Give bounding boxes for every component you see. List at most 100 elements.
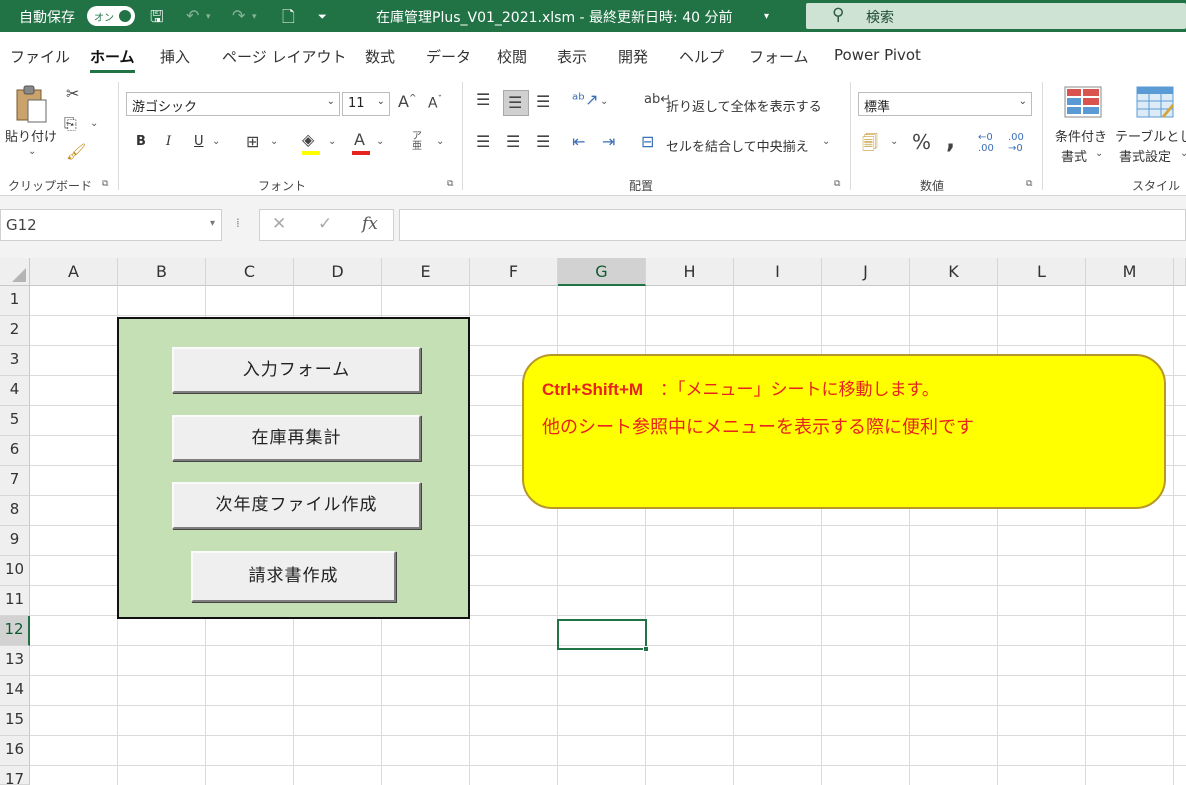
row-header[interactable]: 17 (0, 766, 30, 785)
borders-dropdown-icon[interactable]: ⌄ (270, 136, 278, 147)
orientation-icon[interactable]: ᵃᵇ↗ (572, 90, 599, 109)
conditional-format-label-2[interactable]: 書式 (1061, 146, 1087, 165)
fill-handle[interactable] (643, 646, 649, 652)
column-header[interactable]: M (1086, 258, 1174, 286)
decrease-font-icon[interactable]: Aˇ (428, 95, 442, 112)
tab-page-layout[interactable]: ページ レイアウト (222, 46, 346, 67)
font-launcher-icon[interactable]: ⧉ (447, 179, 453, 189)
phonetic-icon[interactable]: ア亜 (412, 132, 422, 152)
currency-icon[interactable]: 🗐 (862, 132, 878, 159)
save-icon[interactable]: 🖫 (150, 6, 164, 33)
tab-power-pivot[interactable]: Power Pivot (834, 46, 921, 64)
column-header[interactable]: D (294, 258, 382, 286)
title-dropdown-icon[interactable]: ▾ (764, 11, 769, 22)
alignment-launcher-icon[interactable]: ⧉ (834, 179, 840, 189)
clipboard-launcher-icon[interactable]: ⧉ (102, 179, 108, 189)
customize-toolbar-icon[interactable]: ⏷ (318, 10, 327, 24)
row-header[interactable]: 2 (0, 316, 30, 346)
row-header[interactable]: 9 (0, 526, 30, 556)
paste-icon[interactable] (14, 84, 54, 124)
align-middle-icon[interactable]: ☰ (503, 90, 529, 116)
format-as-table-label-1[interactable]: テーブルとして (1115, 126, 1186, 145)
tab-view[interactable]: 表示 (557, 46, 587, 67)
cancel-icon[interactable]: ✕ (272, 214, 286, 234)
row-header-selected[interactable]: 12 (0, 616, 30, 646)
document-title[interactable]: 在庫管理Plus_V01_2021.xlsm - 最終更新日時: 40 分前 (376, 7, 732, 27)
format-painter-icon[interactable]: 🖌 (66, 142, 86, 161)
invoice-button[interactable]: 請求書作成 (191, 551, 396, 602)
merge-center-button[interactable]: セルを結合して中央揃え (666, 136, 809, 155)
row-header[interactable]: 11 (0, 586, 30, 616)
tab-data[interactable]: データ (426, 46, 471, 67)
tab-file[interactable]: ファイル (10, 46, 70, 67)
tab-help[interactable]: ヘルプ (679, 46, 724, 67)
align-bottom-icon[interactable]: ☰ (536, 92, 550, 111)
align-center-icon[interactable]: ☰ (506, 132, 520, 151)
copy-dropdown-icon[interactable]: ⌄ (90, 118, 98, 129)
column-header[interactable]: L (998, 258, 1086, 286)
inventory-recount-button[interactable]: 在庫再集計 (172, 415, 421, 461)
align-left-icon[interactable]: ☰ (476, 132, 490, 151)
italic-button[interactable]: I (166, 134, 171, 149)
format-as-table-dropdown-icon[interactable]: ⌄ (1180, 148, 1186, 159)
tab-form[interactable]: フォーム (749, 46, 809, 67)
bold-button[interactable]: B (136, 134, 146, 149)
column-header[interactable]: F (470, 258, 558, 286)
currency-dropdown-icon[interactable]: ⌄ (890, 136, 898, 147)
tab-insert[interactable]: 挿入 (160, 46, 190, 67)
redo-dropdown-icon[interactable]: ▾ (252, 12, 257, 22)
fill-color-icon[interactable]: ◈ (302, 130, 314, 149)
underline-dropdown-icon[interactable]: ⌄ (212, 136, 220, 147)
percent-button[interactable]: % (912, 130, 931, 154)
row-header[interactable]: 1 (0, 286, 30, 316)
name-box[interactable]: G12 ▾ (0, 209, 222, 241)
column-header[interactable]: B (118, 258, 206, 286)
column-header-partial[interactable] (1174, 258, 1186, 286)
row-header[interactable]: 8 (0, 496, 30, 526)
tab-home[interactable]: ホーム (90, 46, 135, 73)
decrease-decimal-icon[interactable]: .00 →0 (1008, 132, 1024, 154)
format-as-table-label-2[interactable]: 書式設定 (1119, 146, 1171, 165)
decrease-indent-icon[interactable]: ⇤ (572, 132, 585, 151)
merge-dropdown-icon[interactable]: ⌄ (822, 136, 830, 147)
align-top-icon[interactable]: ☰ (476, 90, 490, 109)
row-header[interactable]: 6 (0, 436, 30, 466)
paste-label[interactable]: 貼り付け (5, 126, 57, 145)
conditional-format-dropdown-icon[interactable]: ⌄ (1095, 148, 1103, 159)
column-header[interactable]: K (910, 258, 998, 286)
search-box[interactable]: ⚲ 検索 (806, 3, 1186, 29)
increase-decimal-icon[interactable]: ←0.00 (978, 132, 994, 154)
font-name-combo[interactable]: 游ゴシック ⌄ (126, 92, 340, 116)
tab-review[interactable]: 校閲 (497, 46, 527, 67)
column-header[interactable]: J (822, 258, 910, 286)
select-all-button[interactable] (0, 258, 30, 286)
row-header[interactable]: 15 (0, 706, 30, 736)
row-header[interactable]: 7 (0, 466, 30, 496)
column-header[interactable]: H (646, 258, 734, 286)
row-header[interactable]: 16 (0, 736, 30, 766)
wrap-text-button[interactable]: 折り返して全体を表示する (666, 96, 822, 115)
font-color-dropdown-icon[interactable]: ⌄ (376, 136, 384, 147)
tab-developer[interactable]: 開発 (618, 46, 648, 67)
autosave-toggle[interactable]: オン (87, 6, 135, 26)
font-size-combo[interactable]: 11 ⌄ (342, 92, 390, 116)
input-form-button[interactable]: 入力フォーム (172, 347, 421, 393)
increase-indent-icon[interactable]: ⇥ (602, 132, 615, 151)
align-right-icon[interactable]: ☰ (536, 132, 550, 151)
column-header[interactable]: A (30, 258, 118, 286)
row-header[interactable]: 10 (0, 556, 30, 586)
font-color-icon[interactable]: A (354, 130, 365, 149)
format-as-table-icon[interactable] (1136, 86, 1174, 124)
column-header-selected[interactable]: G (558, 258, 646, 286)
copy-icon[interactable]: ⎘ (64, 114, 77, 134)
print-preview-icon[interactable]: 🗋 (282, 6, 295, 33)
column-header[interactable]: C (206, 258, 294, 286)
formula-input[interactable] (399, 209, 1186, 241)
row-header[interactable]: 5 (0, 406, 30, 436)
name-box-dropdown-icon[interactable]: ▾ (210, 218, 215, 229)
paste-dropdown-icon[interactable]: ⌄ (28, 146, 36, 157)
row-header[interactable]: 14 (0, 676, 30, 706)
phonetic-dropdown-icon[interactable]: ⌄ (436, 136, 444, 147)
conditional-format-icon[interactable] (1064, 86, 1102, 122)
worksheet-grid[interactable]: A B C D E F G H I J K L M 1 2 3 4 5 6 7 … (0, 258, 1186, 785)
